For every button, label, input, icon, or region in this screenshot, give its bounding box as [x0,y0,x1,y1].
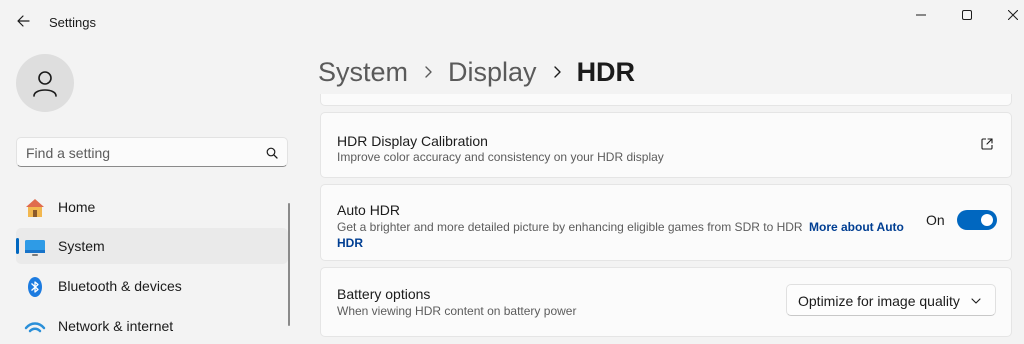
sidebar-item-label: Bluetooth & devices [58,278,182,294]
minimize-icon [916,14,926,16]
hdr-calibration-card[interactable]: HDR Display Calibration Improve color ac… [320,112,1012,178]
open-external-icon[interactable] [979,136,995,152]
card-description: Get a brighter and more detailed picture… [337,220,803,234]
toggle-knob [981,214,993,226]
breadcrumb-item-display[interactable]: Display [448,57,537,88]
sidebar-item-system[interactable]: System [16,228,288,264]
auto-hdr-card: Auto HDR Get a brighter and more detaile… [320,184,1012,261]
sidebar-item-home[interactable]: Home [16,189,288,225]
card-description: When viewing HDR content on battery powe… [337,304,577,318]
search-box [16,137,288,167]
person-icon [33,71,57,97]
chevron-right-icon [537,65,577,79]
sidebar-item-label: System [58,238,105,254]
avatar[interactable] [16,54,74,112]
scrolled-card-edge [320,94,1012,106]
close-icon [1008,10,1018,20]
home-icon [24,197,46,219]
page-title: HDR [576,56,636,87]
sidebar-scrollbar[interactable] [288,203,290,326]
battery-options-card: Battery options When viewing HDR content… [320,267,1012,337]
card-title: Battery options [337,286,431,302]
bluetooth-icon [24,276,46,298]
sidebar-item-label: Home [58,199,96,215]
battery-options-dropdown[interactable]: Optimize for image quality [786,284,996,316]
maximize-button[interactable] [944,4,990,26]
toggle-state-label: On [926,212,945,228]
more-about-auto-hdr-link[interactable]: More about Auto [809,220,904,234]
card-title: Auto HDR [337,202,401,218]
card-title: HDR Display Calibration [337,133,488,149]
system-display-icon [24,236,46,258]
sidebar-item-label: Network & internet [58,318,174,334]
chevron-right-icon [408,65,448,79]
card-description: Improve color accuracy and consistency o… [337,150,664,164]
minimize-button[interactable] [898,4,944,26]
breadcrumb: System Display HDR [318,54,635,90]
title-bar: Settings [0,0,1024,44]
search-input[interactable] [26,144,256,162]
back-arrow-icon [17,15,30,27]
breadcrumb-item-system[interactable]: System [318,57,408,88]
back-button[interactable] [12,10,34,32]
search-icon[interactable] [264,145,280,161]
sidebar-item-bluetooth[interactable]: Bluetooth & devices [16,268,288,304]
more-about-auto-hdr-link-continued[interactable]: HDR [337,236,363,250]
maximize-icon [962,10,972,20]
chevron-down-icon [970,296,982,306]
selection-indicator [16,238,19,254]
wifi-icon [24,316,46,338]
dropdown-selected-value: Optimize for image quality [798,293,960,309]
auto-hdr-toggle[interactable] [957,210,997,230]
app-title: Settings [49,15,96,30]
close-button[interactable] [990,4,1024,26]
sidebar-item-network[interactable]: Network & internet [16,308,288,344]
